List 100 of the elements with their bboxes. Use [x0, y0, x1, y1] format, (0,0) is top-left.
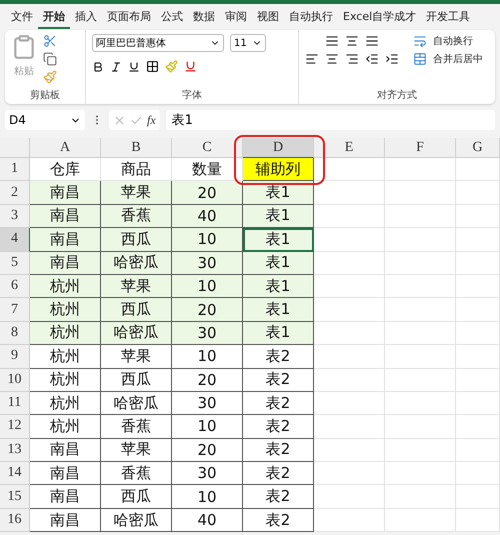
table-cell: 哈密瓜 [101, 508, 172, 532]
ribbon-tab[interactable]: 审阅 [220, 6, 252, 28]
table-cell: 10 [172, 345, 243, 369]
group-label: 对齐方式 [376, 88, 418, 103]
table-cell: 杭州 [30, 415, 101, 439]
ribbon-tab[interactable]: 页面布局 [102, 6, 156, 28]
font-size-select[interactable]: 11 [230, 34, 266, 52]
table-cell: 香蕉 [101, 462, 172, 486]
table-cell: 南昌 [30, 438, 101, 462]
row-header[interactable]: 14 [0, 462, 30, 486]
table-cell: 杭州 [30, 298, 101, 322]
align-top-icon[interactable] [325, 34, 339, 48]
align-bottom-icon[interactable] [365, 34, 379, 48]
bold-icon[interactable] [92, 60, 104, 72]
table-cell: 杭州 [30, 322, 101, 346]
table-cell: 表2 [243, 415, 314, 439]
copy-icon[interactable] [43, 52, 57, 66]
row-header[interactable]: 11 [0, 392, 30, 416]
table-cell: 南昌 [30, 228, 101, 252]
column-header[interactable]: B [101, 138, 172, 158]
table-cell: 30 [172, 392, 243, 416]
italic-icon[interactable] [110, 60, 122, 72]
ribbon-tab[interactable]: Excel自学成才 [338, 6, 422, 28]
column-header[interactable]: C [172, 138, 243, 158]
row-header[interactable]: 16 [0, 508, 30, 532]
underline-icon[interactable] [128, 60, 140, 72]
ribbon-tab[interactable]: 视图 [252, 6, 284, 28]
table-cell: 哈密瓜 [101, 392, 172, 416]
group-label: 字体 [181, 88, 203, 103]
row-header[interactable]: 1 [0, 158, 30, 182]
row-header[interactable]: 6 [0, 274, 30, 298]
merge-icon[interactable] [413, 52, 427, 66]
table-cell: 10 [172, 228, 243, 252]
table-cell: 香蕉 [101, 204, 172, 228]
row-header[interactable]: 7 [0, 298, 30, 322]
header-cell: 数量 [172, 158, 243, 182]
header-cell: 商品 [101, 158, 172, 182]
align-right-icon[interactable] [345, 52, 359, 66]
fill-color-icon[interactable] [165, 60, 178, 73]
ribbon-tab[interactable]: 数据 [188, 6, 220, 28]
table-cell: 南昌 [30, 485, 101, 509]
row-header[interactable]: 5 [0, 252, 30, 275]
table-cell: 西瓜 [101, 368, 172, 392]
align-left-icon[interactable] [305, 52, 319, 66]
ribbon-tab[interactable]: 插入 [70, 6, 102, 28]
table-cell: 杭州 [30, 345, 101, 369]
table-cell: 表1 [243, 298, 314, 322]
row-header[interactable]: 9 [0, 345, 30, 369]
ribbon-tab[interactable]: 开发工具 [421, 6, 476, 28]
table-cell: 20 [172, 368, 243, 392]
borders-icon[interactable] [146, 60, 159, 73]
row-header[interactable]: 2 [0, 181, 30, 205]
indent-decrease-icon[interactable] [365, 52, 379, 66]
row-header[interactable]: 3 [0, 204, 30, 228]
ribbon-tab[interactable]: 自动执行 [284, 6, 338, 28]
table-cell: 30 [172, 252, 243, 275]
table-cell: 南昌 [30, 462, 101, 486]
table-cell: 西瓜 [101, 228, 172, 252]
column-header[interactable]: A [30, 138, 101, 158]
table-cell: 10 [172, 415, 243, 439]
row-header[interactable]: 12 [0, 415, 30, 439]
wrap-text-button[interactable]: 自动换行 [433, 34, 473, 48]
align-middle-icon[interactable] [345, 34, 359, 48]
indent-increase-icon[interactable] [385, 52, 399, 66]
table-cell: 苹果 [101, 345, 172, 369]
row-header[interactable]: 10 [0, 368, 30, 392]
font-color-icon[interactable] [184, 60, 197, 73]
column-header[interactable]: F [385, 138, 456, 158]
ribbon-tab[interactable]: 文件 [6, 6, 38, 28]
row-header[interactable]: 15 [0, 485, 30, 509]
formula-field[interactable]: 表1 [166, 110, 495, 130]
cut-icon[interactable] [43, 34, 57, 48]
wrap-text-icon[interactable] [413, 34, 427, 48]
column-header[interactable]: E [314, 138, 385, 158]
font-name-select[interactable]: 阿里巴巴普惠体 [92, 34, 224, 52]
column-header[interactable]: G [456, 138, 500, 158]
header-cell: 辅助列 [243, 158, 314, 182]
table-cell: 南昌 [30, 252, 101, 275]
align-center-icon[interactable] [325, 52, 339, 66]
table-cell: 表2 [243, 392, 314, 416]
table-cell: 杭州 [30, 368, 101, 392]
table-cell: 表2 [243, 345, 314, 369]
table-cell: 表2 [243, 368, 314, 392]
column-header[interactable]: D [243, 138, 314, 158]
ribbon-tab[interactable]: 公式 [156, 6, 188, 28]
table-cell: 表2 [243, 438, 314, 462]
table-cell: 哈密瓜 [101, 252, 172, 275]
table-cell: 30 [172, 322, 243, 346]
row-header[interactable]: 8 [0, 322, 30, 346]
table-cell: 西瓜 [101, 485, 172, 509]
name-box[interactable]: D4 [5, 110, 85, 130]
table-cell: 表1 [243, 322, 314, 346]
merge-center-button[interactable]: 合并后居中 [433, 52, 483, 66]
table-cell: 20 [172, 298, 243, 322]
table-cell: 苹果 [101, 438, 172, 462]
table-cell: 表1 [243, 252, 314, 275]
row-header[interactable]: 13 [0, 438, 30, 462]
insert-function-button[interactable]: fx [147, 112, 156, 128]
table-cell: 南昌 [30, 204, 101, 228]
row-header[interactable]: 4 [0, 228, 30, 252]
